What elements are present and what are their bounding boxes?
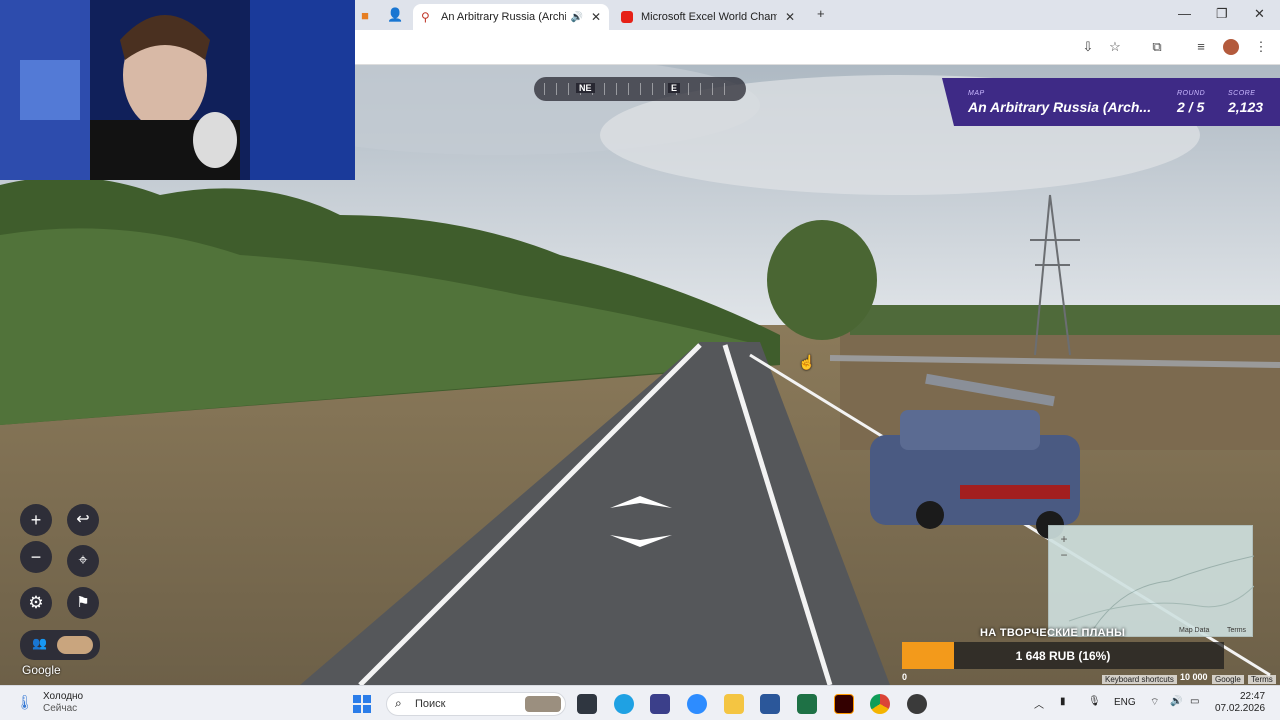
zoom-in-button[interactable]: + — [20, 504, 52, 536]
task-view-icon[interactable] — [577, 694, 597, 714]
weather-icon: 🌡 — [16, 694, 34, 710]
tray-app-icon[interactable]: ▮ — [1060, 696, 1066, 707]
round-label: ROUND — [1177, 90, 1206, 97]
compass-label-ne: NE — [576, 83, 595, 93]
excel-icon[interactable] — [797, 694, 817, 714]
obs-icon[interactable] — [907, 694, 927, 714]
avatar-group — [57, 636, 93, 654]
donation-progress-text: 1 648 RUB (16%) — [1015, 649, 1111, 663]
donation-goal-title: НА ТВОРЧЕСКИЕ ПЛАНЫ — [980, 627, 1126, 639]
map-label: MAP — [968, 90, 985, 97]
close-window-button[interactable]: ✕ — [1254, 6, 1265, 22]
score-label: SCORE — [1228, 90, 1256, 97]
donation-min: 0 — [902, 672, 908, 682]
players-button[interactable]: 👥 — [20, 630, 100, 660]
map-google-attribution: Google — [1212, 675, 1244, 684]
tab-geoguessr[interactable]: ⚲ An Arbitrary Russia (Archive 🔊 ✕ — [413, 4, 609, 30]
file-explorer-icon[interactable] — [724, 694, 744, 714]
donation-max: 10 000 — [1180, 672, 1208, 682]
close-tab-icon[interactable]: ✕ — [591, 10, 601, 24]
battery-icon[interactable]: ▭ — [1190, 696, 1199, 707]
zoom-icon[interactable] — [687, 694, 707, 714]
donation-progress-bar: 1 648 RUB (16%) — [902, 642, 1224, 669]
new-tab-button[interactable]: + — [817, 6, 825, 21]
windows-logo-icon — [353, 695, 371, 713]
webcam-overlay — [0, 0, 355, 180]
score-value: 2,123 — [1228, 99, 1264, 115]
compass[interactable]: NE E — [534, 77, 746, 101]
bookmark-star-icon[interactable]: ☆ — [1107, 39, 1123, 55]
browser-toolbar: ⇩ ☆ ⧉ ≡ ⋮ — [355, 30, 1280, 65]
youtube-icon — [621, 11, 633, 23]
media-control-icon[interactable]: ≡ — [1193, 39, 1209, 55]
search-highlight-image — [525, 696, 561, 712]
zoom-out-button[interactable]: − — [20, 541, 52, 573]
webcam-image — [0, 0, 355, 180]
round-value: 2 / 5 — [1177, 99, 1205, 115]
clock-date[interactable]: 07.02.2026 — [1215, 703, 1265, 714]
compass-ticks — [544, 83, 736, 95]
profile-avatar-icon[interactable] — [1223, 39, 1239, 55]
settings-button[interactable]: ⚙ — [20, 587, 52, 619]
menu-dots-icon[interactable]: ⋮ — [1253, 39, 1269, 55]
mouse-cursor-icon: ☝ — [798, 354, 816, 370]
extension-icon[interactable]: ■ — [357, 8, 373, 24]
minimap-map-data[interactable]: Map Data — [1179, 627, 1209, 634]
minimize-button[interactable]: — — [1178, 6, 1191, 21]
language-indicator[interactable]: ENG — [1114, 697, 1136, 708]
keyboard-shortcuts-link[interactable]: Keyboard shortcuts — [1102, 675, 1177, 684]
map-name: An Arbitrary Russia (Arch... — [968, 99, 1152, 115]
edge-icon[interactable] — [614, 694, 634, 714]
search-label: Поиск — [415, 698, 446, 710]
tab-title: Microsoft Excel World Champic — [641, 11, 777, 23]
map-pin-icon: ⚲ — [421, 10, 430, 24]
close-tab-icon[interactable]: ✕ — [785, 10, 795, 24]
tab-title: An Arbitrary Russia (Archive — [441, 11, 567, 23]
wifi-icon[interactable]: ⌔ — [1150, 696, 1159, 709]
illustrator-icon[interactable] — [834, 694, 854, 714]
start-button[interactable] — [352, 694, 372, 714]
weather-subtitle: Сейчас — [43, 703, 78, 714]
chrome-icon[interactable] — [870, 694, 890, 714]
weather-title[interactable]: Холодно — [43, 691, 83, 702]
maximize-button[interactable]: ❐ — [1216, 6, 1228, 22]
map-terms-link[interactable]: Terms — [1248, 675, 1276, 684]
players-icon: 👥 — [32, 636, 47, 650]
extensions-icon[interactable]: ⧉ — [1149, 39, 1165, 55]
taskbar-search[interactable]: ⌕ Поиск — [386, 692, 566, 716]
profile-tab-icon[interactable]: 👤 — [387, 7, 403, 23]
tab-youtube[interactable]: Microsoft Excel World Champic ✕ — [613, 4, 803, 30]
install-app-icon[interactable]: ⇩ — [1080, 39, 1096, 55]
windows-taskbar: 🌡 Холодно Сейчас ⌕ Поиск ︿ ▮ 🎙 ENG ⌔ 🔊 ▭… — [0, 685, 1280, 720]
search-icon: ⌕ — [395, 696, 402, 710]
volume-icon[interactable]: 🔊 — [1170, 696, 1182, 707]
minimap-image — [1068, 555, 1254, 637]
browser-tab-bar: ■ 👤 ⚲ An Arbitrary Russia (Archive 🔊 ✕ M… — [355, 0, 1280, 30]
speaker-icon[interactable]: 🔊 — [570, 12, 582, 23]
clock-time[interactable]: 22:47 — [1240, 691, 1265, 702]
return-to-start-button[interactable]: ⚑ — [67, 587, 99, 619]
app-icon-chart[interactable] — [650, 694, 670, 714]
google-logo: Google — [22, 663, 61, 677]
game-status-panel: MAP An Arbitrary Russia (Arch... ROUND 2… — [942, 78, 1280, 126]
minimap-terms[interactable]: Terms — [1227, 627, 1246, 634]
tray-chevron-icon[interactable]: ︿ — [1034, 696, 1044, 711]
guess-minimap[interactable]: + − Map Data Terms — [1048, 525, 1254, 637]
word-icon[interactable] — [760, 694, 780, 714]
undo-move-button[interactable]: ↩ — [67, 504, 99, 536]
microphone-icon[interactable]: 🎙 — [1088, 696, 1101, 707]
set-checkpoint-button[interactable]: ⌖ — [67, 545, 99, 577]
compass-label-e: E — [668, 83, 681, 93]
